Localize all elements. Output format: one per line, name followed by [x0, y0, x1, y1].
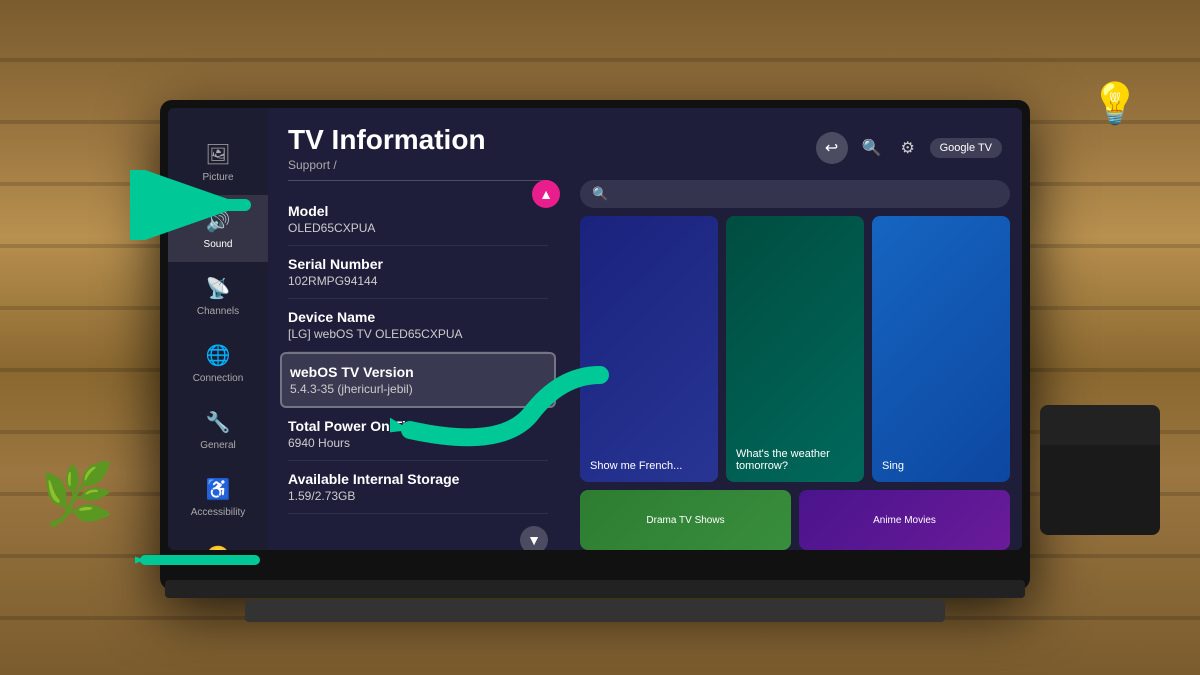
breadcrumb: Support /: [288, 158, 486, 172]
tv-stand: [165, 580, 1025, 598]
plant: 🌿: [40, 459, 115, 530]
device-name-value: [LG] webOS TV OLED65CXPUA: [288, 327, 548, 341]
storage-label: Available Internal Storage: [288, 471, 548, 487]
right-panel: 🔍 Show me French... What's the weather t…: [568, 180, 1022, 550]
content-area: ▲ Model OLED65CXPUA Serial Number 102RMP…: [268, 180, 1022, 550]
model-value: OLED65CXPUA: [288, 221, 548, 235]
sidebar-label-connection: Connection: [193, 373, 244, 384]
divider: [288, 180, 548, 181]
settings-button[interactable]: ⚙: [894, 134, 922, 162]
connection-icon: 🌐: [204, 341, 232, 369]
scroll-up-button[interactable]: ▲: [532, 180, 560, 208]
header-left: TV Information Support /: [288, 124, 486, 172]
scroll-down-button[interactable]: ▼: [520, 526, 548, 550]
rec-card-weather[interactable]: What's the weather tomorrow?: [726, 216, 864, 482]
header-icons: 🔍 ⚙ Google TV: [858, 134, 1002, 162]
model-label: Model: [288, 203, 548, 219]
sidebar-label-channels: Channels: [197, 306, 239, 317]
serial-value: 102RMPG94144: [288, 274, 548, 288]
sidebar-item-channels[interactable]: 📡 Channels: [168, 262, 268, 329]
rec-anime[interactable]: Anime Movies: [799, 490, 1010, 550]
rec-drama[interactable]: Drama TV Shows: [580, 490, 791, 550]
rec-card-sing[interactable]: Sing: [872, 216, 1010, 482]
header: TV Information Support / ↩ 🔍 ⚙ Google TV: [268, 108, 1022, 180]
sidebar-label-sound: Sound: [204, 239, 233, 250]
tv-unit: 🖼 Picture 🔊 Sound 📡 Channels 🌐 Connectio…: [160, 100, 1030, 590]
sidebar-item-connection[interactable]: 🌐 Connection: [168, 329, 268, 396]
accessibility-icon: ♿: [204, 475, 232, 503]
page-title: TV Information: [288, 124, 486, 156]
rec-weather-text: What's the weather tomorrow?: [736, 448, 854, 472]
channels-icon: 📡: [204, 274, 232, 302]
chair: [1040, 435, 1160, 535]
left-arrow-webos: [390, 360, 610, 470]
info-item-device-name: Device Name [LG] webOS TV OLED65CXPUA: [288, 299, 548, 352]
search-icon: 🔍: [592, 186, 608, 202]
sidebar-item-general[interactable]: 🔧 General: [168, 396, 268, 463]
right-arrow-sound: [130, 170, 260, 240]
rec-sing-text: Sing: [882, 460, 1000, 472]
general-icon: 🔧: [204, 408, 232, 436]
info-item-model: Model OLED65CXPUA: [288, 193, 548, 246]
left-arrow-support: [135, 530, 265, 590]
google-tv-label: Google TV: [940, 142, 992, 154]
info-item-serial: Serial Number 102RMPG94144: [288, 246, 548, 299]
soundbar: [245, 600, 945, 622]
main-content: TV Information Support / ↩ 🔍 ⚙ Google TV: [268, 108, 1022, 550]
google-tv-badge: Google TV: [930, 138, 1002, 158]
picture-icon: 🖼: [204, 140, 232, 168]
sidebar-label-general: General: [200, 440, 236, 451]
search-button[interactable]: 🔍: [858, 134, 886, 162]
bottom-cards: Drama TV Shows Anime Movies: [580, 490, 1010, 550]
device-name-label: Device Name: [288, 309, 548, 325]
anime-text: Anime Movies: [873, 515, 936, 526]
sidebar-label-accessibility: Accessibility: [191, 507, 245, 518]
recommendation-grid: Show me French... What's the weather tom…: [580, 216, 1010, 482]
sidebar-item-accessibility[interactable]: ♿ Accessibility: [168, 463, 268, 530]
serial-label: Serial Number: [288, 256, 548, 272]
back-button[interactable]: ↩: [816, 132, 848, 164]
lamp: 💡: [1090, 80, 1140, 127]
chair-back: [1040, 405, 1160, 445]
storage-value: 1.59/2.73GB: [288, 489, 548, 503]
tv-bezel: 🖼 Picture 🔊 Sound 📡 Channels 🌐 Connectio…: [160, 100, 1030, 590]
search-bar[interactable]: 🔍: [580, 180, 1010, 208]
tv-screen: 🖼 Picture 🔊 Sound 📡 Channels 🌐 Connectio…: [168, 108, 1022, 550]
drama-text: Drama TV Shows: [646, 515, 724, 526]
